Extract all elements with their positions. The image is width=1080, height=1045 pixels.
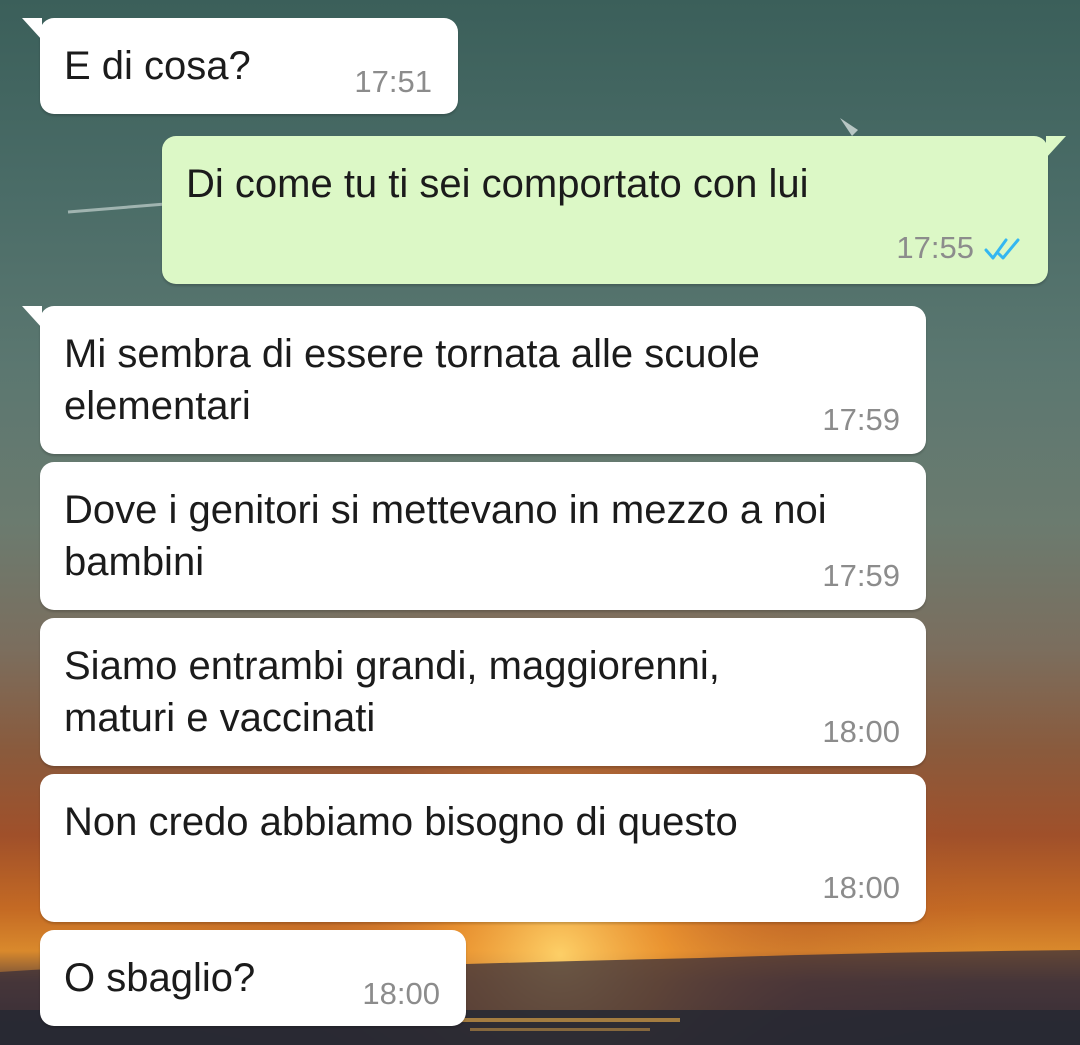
message-bubble-incoming[interactable]: Siamo entrambi grandi, maggiorenni, matu… <box>40 618 926 766</box>
message-bubble-incoming[interactable]: O sbaglio? 18:00 <box>40 930 466 1026</box>
message-bubble-incoming[interactable]: Dove i genitori si mettevano in mezzo a … <box>40 462 926 610</box>
message-bubble-outgoing[interactable]: Di come tu ti sei comportato con lui 17:… <box>162 136 1066 284</box>
message-text: Non credo abbiamo bisogno di questo <box>64 800 738 844</box>
message-text: Siamo entrambi grandi, maggiorenni, matu… <box>64 644 720 740</box>
double-check-icon <box>984 238 1020 260</box>
message-timestamp: 17:59 <box>822 558 900 593</box>
message-text: O sbaglio? <box>64 956 256 1000</box>
message-text: Mi sembra di essere tornata alle scuole … <box>64 332 760 428</box>
message-text: Dove i genitori si mettevano in mezzo a … <box>64 488 827 584</box>
message-timestamp: 17:51 <box>354 64 432 99</box>
message-bubble-incoming[interactable]: Mi sembra di essere tornata alle scuole … <box>22 306 926 454</box>
message-timestamp: 18:00 <box>822 870 900 905</box>
message-timestamp: 17:55 <box>896 230 974 265</box>
message-bubble-incoming[interactable]: Non credo abbiamo bisogno di questo 18:0… <box>40 774 926 922</box>
message-timestamp: 18:00 <box>362 976 440 1011</box>
message-timestamp: 18:00 <box>822 714 900 749</box>
message-bubble-incoming[interactable]: E di cosa? 17:51 <box>22 18 458 114</box>
message-timestamp: 17:59 <box>822 402 900 437</box>
message-text: Di come tu ti sei comportato con lui <box>186 162 809 206</box>
message-text: E di cosa? <box>64 44 251 88</box>
